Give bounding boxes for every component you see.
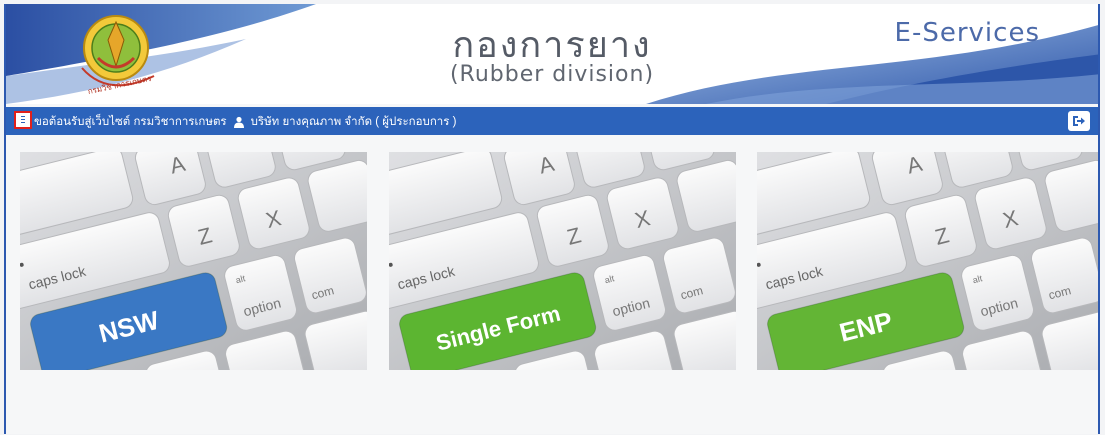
card-enp-button[interactable]: caps lock A 3 Z X alt option com control… <box>757 152 1098 370</box>
welcome-bar: ขอต้อนรับสู่เว็บไซต์ กรมวิชาการเกษตร บริ… <box>34 113 456 131</box>
eservices-label: E-Services <box>894 18 1040 48</box>
menu-toggle-button[interactable] <box>14 111 32 129</box>
menu-icon <box>21 115 25 125</box>
top-navbar: ขอต้อนรับสู่เว็บไซต์ กรมวิชาการเกษตร บริ… <box>6 107 1098 135</box>
user-icon <box>233 116 245 128</box>
card-single-form-button[interactable]: caps lock A 3 Z X alt option com control… <box>389 152 736 370</box>
welcome-text: ขอต้อนรับสู่เว็บไซต์ กรมวิชาการเกษตร <box>34 116 227 128</box>
page-title-english: (Rubber division) <box>449 62 655 87</box>
card-nsw-button[interactable]: caps lock A 3 Z X alt option com control… <box>20 152 367 370</box>
logout-button[interactable] <box>1068 111 1090 131</box>
page-frame: กรมวิชาการเกษตร กองการยาง (Rubber divisi… <box>4 4 1100 434</box>
logout-icon <box>1073 116 1085 126</box>
header-banner: กรมวิชาการเกษตร กองการยาง (Rubber divisi… <box>6 4 1098 104</box>
user-name: บริษัท ยางคุณภาพ จำกัด ( ผู้ประกอบการ ) <box>250 116 457 128</box>
